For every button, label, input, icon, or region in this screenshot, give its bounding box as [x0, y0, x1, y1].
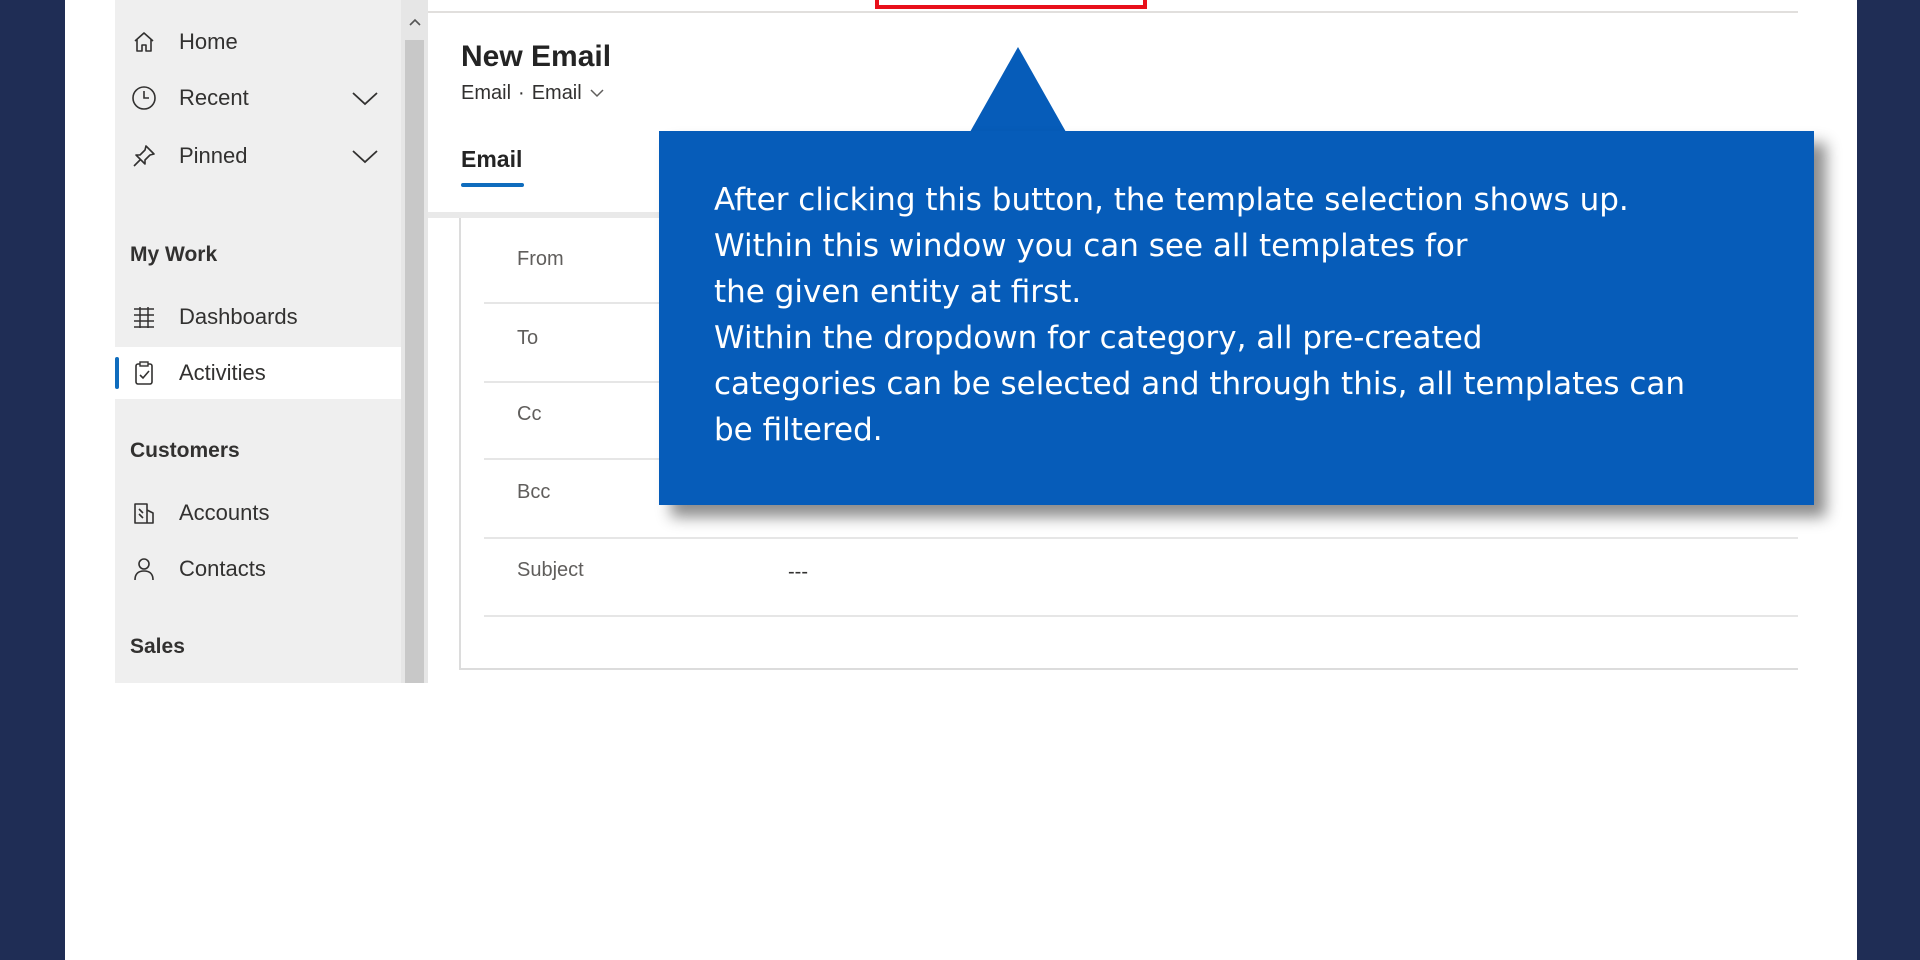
field-label-subject: Subject	[517, 559, 584, 581]
sidebar-item-pinned[interactable]: Pinned	[115, 130, 401, 182]
callout-line: Within the dropdown for category, all pr…	[714, 320, 1483, 356]
chevron-down-icon[interactable]	[589, 82, 605, 105]
callout-line: After clicking this button, the template…	[714, 182, 1629, 218]
callout-text: After clicking this button, the template…	[714, 177, 1784, 453]
field-label-cc: Cc	[517, 403, 542, 425]
command-bar-divider	[428, 11, 1798, 13]
sidebar-item-label: Home	[179, 29, 238, 54]
field-label-bcc: Bcc	[517, 481, 551, 503]
sidebar-item-label: Recent	[179, 85, 249, 110]
sidebar-item-recent[interactable]: Recent	[115, 72, 401, 124]
highlight-box	[875, 0, 1147, 9]
chevron-down-icon[interactable]	[350, 88, 380, 108]
form-selector[interactable]: Email · Email	[461, 82, 605, 105]
pin-icon	[130, 142, 158, 170]
sidebar-item-label: Contacts	[179, 556, 266, 581]
person-icon	[130, 555, 158, 583]
sidebar-item-home[interactable]: Home	[115, 16, 401, 68]
selected-indicator	[115, 357, 119, 389]
form-name: Email	[531, 82, 582, 104]
sidebar-item-label: Dashboards	[179, 304, 298, 329]
sitemap-sidebar: Home Recent Pinned My Work Dashboards Ac…	[115, 0, 401, 683]
scrollbar-thumb[interactable]	[405, 40, 424, 683]
sidebar-item-contacts[interactable]: Contacts	[115, 543, 401, 595]
callout-line: be filtered.	[714, 412, 883, 448]
callout-line: categories can be selected and through t…	[714, 366, 1686, 402]
sidebar-scrollbar[interactable]	[401, 0, 428, 683]
chevron-up-icon[interactable]	[401, 12, 428, 32]
clipboard-icon	[130, 359, 158, 387]
separator-dot: ·	[518, 82, 525, 104]
callout-pointer	[970, 47, 1066, 132]
entity-name: Email	[461, 82, 512, 104]
home-icon	[130, 28, 158, 56]
sidebar-item-label: Accounts	[179, 500, 270, 525]
sidebar-item-label: Activities	[179, 360, 266, 385]
callout-line: Within this window you can see all templ…	[714, 228, 1468, 264]
tutorial-callout: After clicking this button, the template…	[659, 131, 1814, 505]
page-title: New Email	[461, 40, 612, 73]
section-header-my-work: My Work	[130, 243, 218, 266]
callout-line: the given entity at first.	[714, 274, 1082, 310]
field-divider	[484, 537, 1798, 539]
section-header-sales: Sales	[130, 635, 185, 658]
chevron-down-icon[interactable]	[350, 146, 380, 166]
dashboard-icon	[130, 303, 158, 331]
sidebar-item-activities[interactable]: Activities	[115, 347, 401, 399]
subject-input[interactable]: ---	[788, 561, 808, 584]
sidebar-item-label: Pinned	[179, 143, 248, 168]
section-header-customers: Customers	[130, 439, 240, 462]
tab-active-indicator	[461, 183, 524, 187]
field-label-to: To	[517, 327, 539, 349]
field-label-from: From	[517, 248, 564, 270]
field-divider	[484, 615, 1798, 617]
sidebar-item-dashboards[interactable]: Dashboards	[115, 291, 401, 343]
tab-email[interactable]: Email	[461, 146, 522, 173]
sidebar-item-accounts[interactable]: Accounts	[115, 487, 401, 539]
clock-icon	[130, 84, 158, 112]
building-icon	[130, 499, 158, 527]
